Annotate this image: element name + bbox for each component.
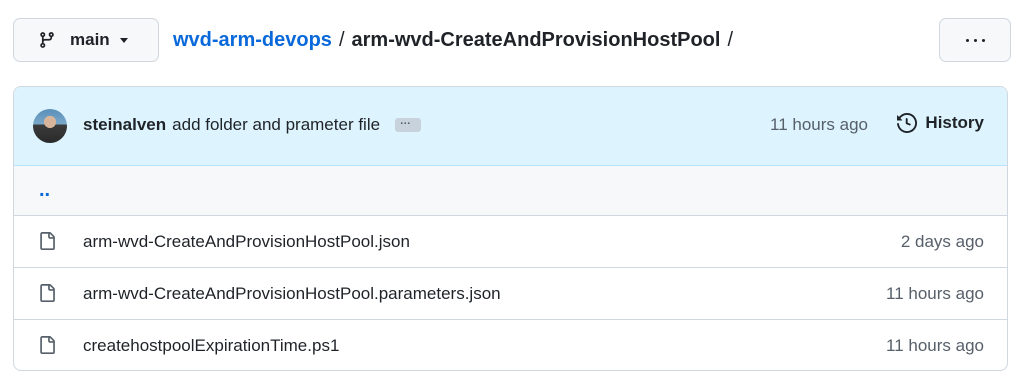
file-name-link[interactable]: arm-wvd-CreateAndProvisionHostPool.param… [83,284,501,304]
file-row[interactable]: createhostpoolExpirationTime.ps1 11 hour… [14,320,1007,370]
git-branch-icon [38,31,56,49]
parent-directory-link[interactable]: .. [14,166,1007,216]
breadcrumb-current-folder: arm-wvd-CreateAndProvisionHostPool [351,28,721,51]
avatar[interactable] [33,109,67,143]
chevron-down-icon [119,37,128,43]
breadcrumb-trailing-separator: / [727,28,734,51]
file-row[interactable]: arm-wvd-CreateAndProvisionHostPool.json … [14,216,1007,268]
breadcrumb-separator: / [338,28,345,51]
branch-selector-button[interactable]: main [13,18,159,62]
history-button[interactable]: History [897,113,984,133]
commit-time: 11 hours ago [770,115,868,134]
latest-commit-bar: steinalven add folder and prameter file …… [14,87,1007,166]
ellipsis-icon: … [399,114,412,127]
file-list: steinalven add folder and prameter file …… [13,86,1008,371]
file-age: 11 hours ago [886,283,984,303]
kebab-horizontal-icon [965,38,969,42]
history-icon [897,113,918,133]
breadcrumb-repo-link[interactable]: wvd-arm-devops [173,29,332,52]
more-options-button[interactable] [939,18,1011,62]
file-icon [38,231,56,251]
file-name-link[interactable]: arm-wvd-CreateAndProvisionHostPool.json [83,232,410,252]
branch-name: main [70,30,110,49]
file-row[interactable]: arm-wvd-CreateAndProvisionHostPool.param… [14,268,1007,320]
history-label: History [925,113,984,132]
commit-author-link[interactable]: steinalven [83,115,166,134]
repo-toolbar: main wvd-arm-devops / arm-wvd-CreateAndP… [13,18,1011,64]
file-age: 11 hours ago [886,335,984,355]
parent-directory-label: .. [39,179,51,201]
file-icon [38,283,56,303]
commit-message[interactable]: add folder and prameter file [172,115,380,134]
breadcrumb: wvd-arm-devops / arm-wvd-CreateAndProvis… [173,18,740,62]
commit-expand-button[interactable]: … [394,114,421,132]
file-name-link[interactable]: createhostpoolExpirationTime.ps1 [83,336,339,356]
file-icon [38,335,56,355]
file-age: 2 days ago [900,231,984,251]
